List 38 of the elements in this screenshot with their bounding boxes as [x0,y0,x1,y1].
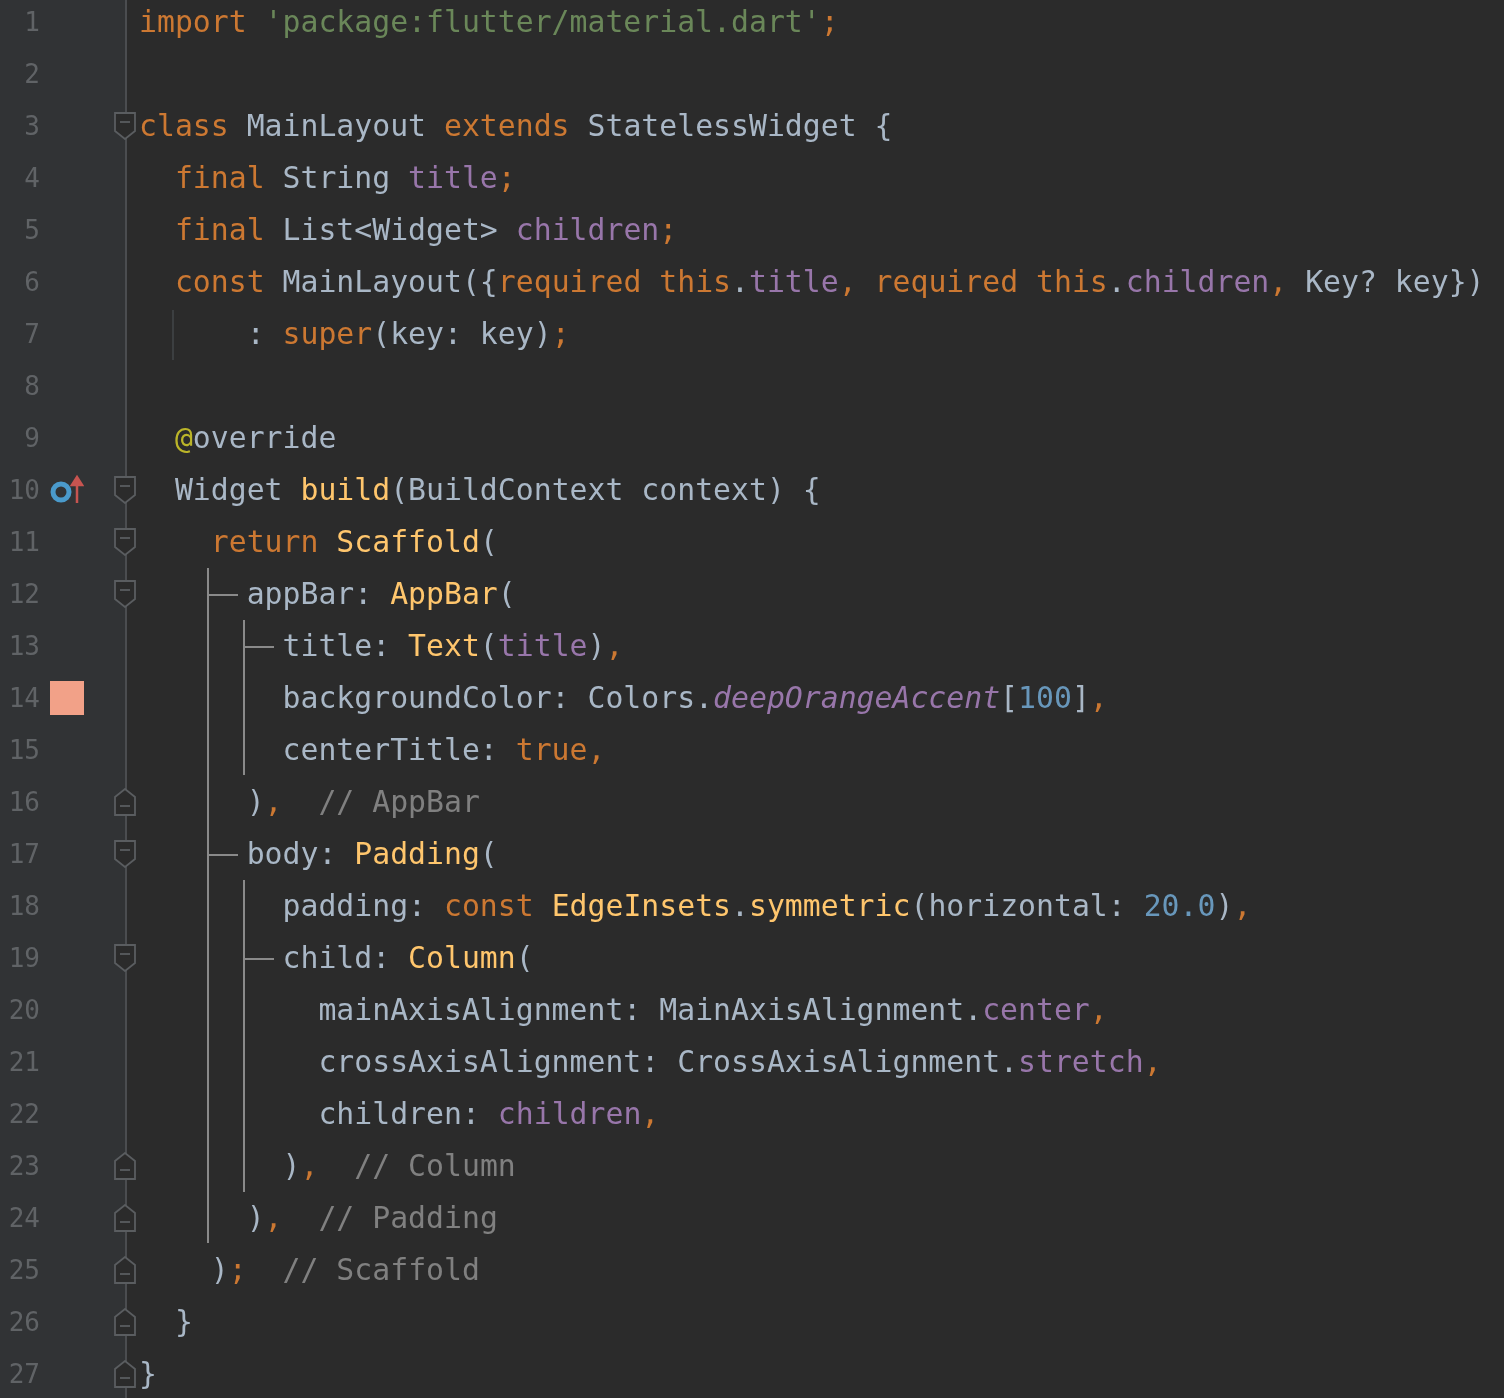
code-line: ), // Column [282,1148,516,1183]
code-line: children: children, [318,1096,660,1131]
fold-collapse-icon[interactable] [114,580,136,608]
fold-end-icon[interactable] [114,788,136,816]
fold-end-icon[interactable] [114,1256,136,1284]
code-line: ), // AppBar [246,784,480,819]
code-line: body: Padding( [246,836,498,871]
code-line: centerTitle: true, [282,732,606,767]
code-line: title: Text(title), [282,628,624,663]
code-line: appBar: AppBar( [246,576,516,611]
code-line: final String title; [174,160,516,195]
code-line: padding: const EdgeInsets.symmetric(horizontal: 20.0), [282,888,1252,923]
fold-end-icon[interactable] [114,1204,136,1232]
code-line: ), // Padding [246,1200,498,1235]
code-line: return Scaffold( [210,524,498,559]
fold-collapse-icon[interactable] [114,944,136,972]
code-line: @override [174,420,337,455]
fold-end-icon[interactable] [114,1308,136,1336]
code-line: mainAxisAlignment: MainAxisAlignment.center, [318,992,1108,1027]
code-line: ); // Scaffold [210,1252,480,1287]
code-line: } [139,1356,157,1391]
code-line: class MainLayout extends StatelessWidget { [139,108,893,143]
code-line: } [174,1304,193,1339]
code-line: crossAxisAlignment: CrossAxisAlignment.stretch, [318,1044,1162,1079]
code-line: final List<Widget> children; [174,212,678,247]
code-line: backgroundColor: Colors.deepOrangeAccent[100], [282,680,1108,715]
fold-collapse-icon[interactable] [114,476,136,504]
code-line: Widget build(BuildContext context) { [174,472,821,507]
fold-collapse-icon[interactable] [114,112,136,140]
code-line: const MainLayout({required this.title, required this.children, Key? key}) [174,264,1485,299]
fold-end-icon[interactable] [114,1360,136,1388]
fold-end-icon[interactable] [114,1152,136,1180]
code-line: child: Column( [282,940,534,975]
fold-collapse-icon[interactable] [114,528,136,556]
code-line: : super(key: key); [246,316,570,351]
fold-collapse-icon[interactable] [114,840,136,868]
code-line: import 'package:flutter/material.dart'; [139,4,839,39]
color-swatch[interactable] [50,681,84,715]
